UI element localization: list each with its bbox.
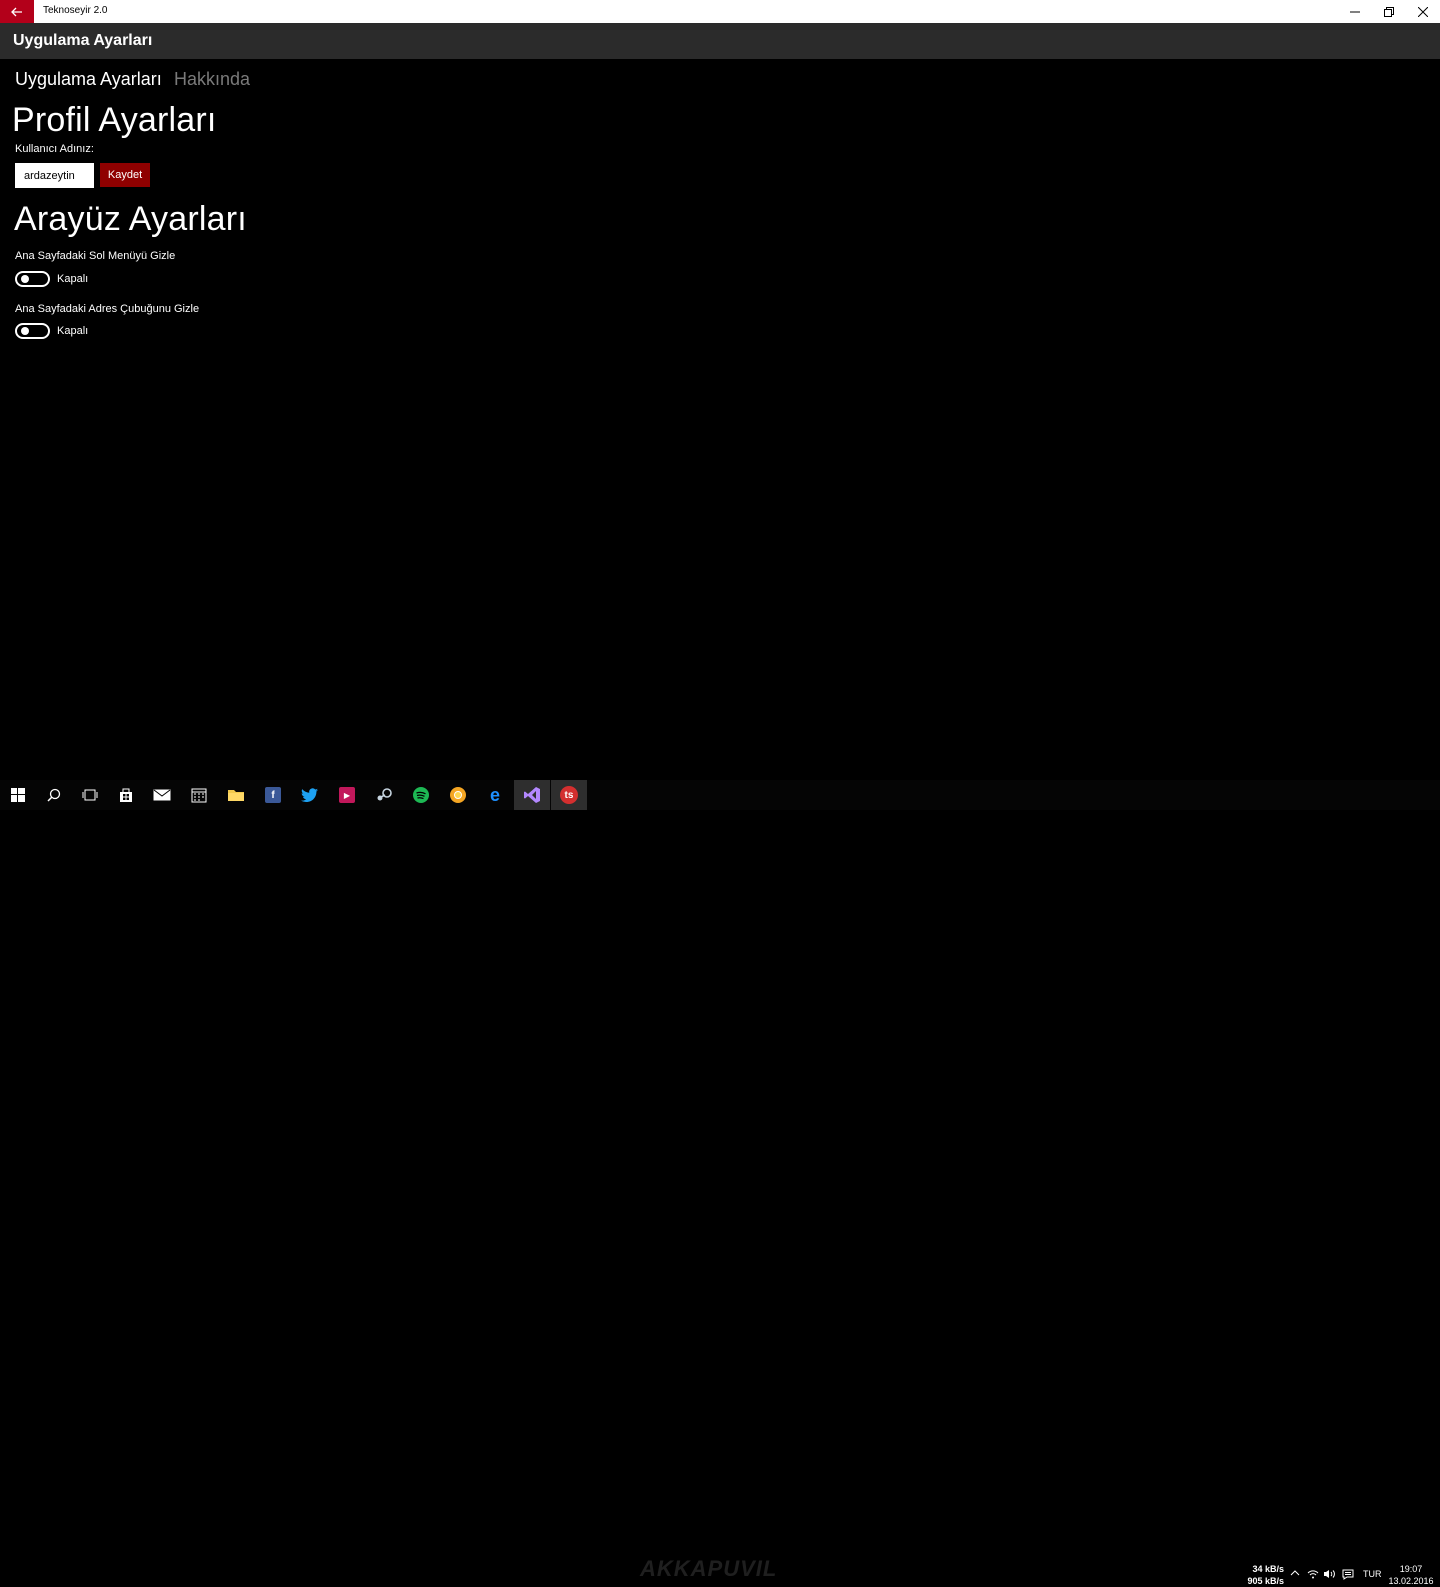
edge-app[interactable]: e xyxy=(477,780,513,810)
spotify-app[interactable] xyxy=(403,780,439,810)
mail-app[interactable] xyxy=(144,780,180,810)
action-center-button[interactable] xyxy=(1342,1569,1354,1583)
network-speed: 34 kB/s 905 kB/s xyxy=(1236,1563,1284,1587)
minimize-button[interactable] xyxy=(1338,0,1372,23)
facebook-icon: f xyxy=(265,787,281,803)
chrome-canary-app[interactable] xyxy=(440,780,476,810)
volume-icon xyxy=(1324,1570,1335,1578)
page-title: Uygulama Ayarları xyxy=(13,32,153,49)
profile-settings-heading: Profil Ayarları xyxy=(12,101,217,139)
toggle-state-hide-address-bar: Kapalı xyxy=(57,325,89,337)
mail-icon xyxy=(153,789,171,801)
username-field-wrapper xyxy=(15,163,94,188)
task-view-icon xyxy=(82,789,98,801)
store-app[interactable] xyxy=(108,780,144,810)
tab-about[interactable]: Hakkında xyxy=(174,69,250,90)
chrome-canary-icon xyxy=(450,787,466,803)
show-hidden-icons-button[interactable] xyxy=(1290,1569,1300,1580)
teknoseyir-icon: ts xyxy=(560,786,578,804)
app-title: Teknoseyir 2.0 xyxy=(43,5,108,16)
clock-time: 19:07 xyxy=(1399,1564,1423,1574)
folder-icon xyxy=(228,790,244,801)
file-explorer-app[interactable] xyxy=(218,780,254,810)
upload-speed: 34 kB/s xyxy=(1252,1564,1284,1574)
steam-app[interactable] xyxy=(366,780,402,810)
twitter-app[interactable] xyxy=(292,780,328,810)
calendar-icon xyxy=(191,788,207,803)
toggle-state-hide-left-menu: Kapalı xyxy=(57,273,89,285)
close-icon xyxy=(1418,6,1428,17)
task-view-button[interactable] xyxy=(72,780,108,810)
spotify-icon xyxy=(413,787,429,803)
username-input[interactable] xyxy=(17,165,92,186)
interface-settings-heading: Arayüz Ayarları xyxy=(14,200,247,238)
clock[interactable]: 19:07 13.02.2016 xyxy=(1386,1563,1436,1587)
windows-icon xyxy=(11,788,25,802)
hide-address-bar-toggle[interactable] xyxy=(15,323,50,339)
wifi-icon xyxy=(1307,1570,1319,1579)
steam-icon xyxy=(377,788,392,801)
language-indicator[interactable]: TUR xyxy=(1363,1569,1382,1579)
edge-icon: e xyxy=(489,784,500,805)
arrow-left-icon xyxy=(11,7,22,16)
start-button[interactable] xyxy=(0,780,36,810)
username-label: Kullanıcı Adınız: xyxy=(15,143,94,155)
back-button[interactable] xyxy=(0,0,34,23)
save-button[interactable]: Kaydet xyxy=(100,163,150,187)
news-icon: ▶ xyxy=(339,787,355,803)
taskbar: f ▶ e ts AKKAPUVIL 34 kB/s 905 kB/s TUR … xyxy=(0,780,1440,1586)
title-bar: Teknoseyir 2.0 xyxy=(0,0,1440,23)
visual-studio-icon xyxy=(524,787,540,803)
toggle-label-hide-left-menu: Ana Sayfadaki Sol Menüyü Gizle xyxy=(15,250,176,262)
minimize-icon xyxy=(1350,11,1360,12)
download-speed: 905 kB/s xyxy=(1247,1576,1284,1586)
news-app[interactable]: ▶ xyxy=(329,780,365,810)
restore-icon xyxy=(1384,6,1394,17)
toggle-knob xyxy=(21,327,29,335)
teknoseyir-app[interactable]: ts xyxy=(551,780,587,810)
watermark-text: AKKAPUVIL xyxy=(640,1556,778,1581)
toggle-label-hide-address-bar: Ana Sayfadaki Adres Çubuğunu Gizle xyxy=(15,303,200,315)
facebook-app[interactable]: f xyxy=(255,780,291,810)
wifi-button[interactable] xyxy=(1307,1569,1319,1582)
twitter-icon xyxy=(301,787,318,802)
calendar-app[interactable] xyxy=(181,780,217,810)
page-header: Uygulama Ayarları xyxy=(0,23,1440,59)
toggle-knob xyxy=(21,275,29,283)
search-button[interactable] xyxy=(36,780,72,810)
chevron-up-icon xyxy=(1290,1570,1300,1576)
volume-button[interactable] xyxy=(1323,1569,1335,1582)
restore-button[interactable] xyxy=(1372,0,1406,23)
search-icon xyxy=(47,788,61,802)
close-button[interactable] xyxy=(1406,0,1440,23)
tab-app-settings[interactable]: Uygulama Ayarları xyxy=(15,69,162,90)
hide-left-menu-toggle[interactable] xyxy=(15,271,50,287)
visual-studio-app[interactable] xyxy=(514,780,550,810)
notification-icon xyxy=(1342,1569,1354,1580)
store-icon xyxy=(120,788,132,802)
clock-date: 13.02.2016 xyxy=(1388,1576,1434,1586)
